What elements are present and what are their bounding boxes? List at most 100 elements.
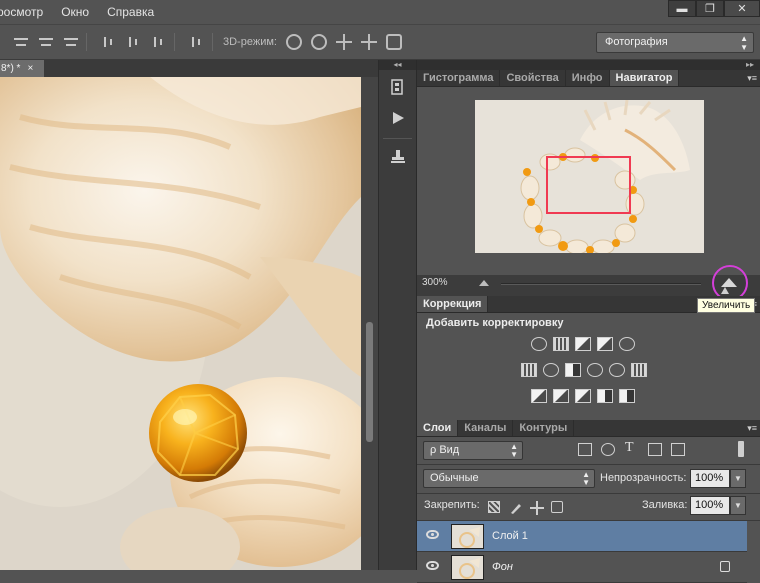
- workspace-value: Фотография: [605, 36, 668, 48]
- blend-mode-value: Обычные: [430, 472, 479, 484]
- align-vcenter-icon[interactable]: [37, 35, 55, 49]
- restore-button[interactable]: ❐: [696, 0, 724, 17]
- layer-row-layer1[interactable]: Слой 1: [417, 521, 747, 552]
- canvas-scrollbar[interactable]: [361, 77, 378, 570]
- menu-view[interactable]: росмотр: [0, 5, 52, 19]
- layer-row-background[interactable]: Фон: [417, 552, 747, 583]
- lock-image-icon[interactable]: [509, 501, 521, 514]
- workspace-select[interactable]: Фотография ▲ ▼: [596, 32, 754, 53]
- 3d-roll-icon[interactable]: [310, 34, 327, 50]
- tab-info[interactable]: Инфо: [566, 70, 610, 86]
- 3d-mode-label: 3D-режим:: [223, 36, 277, 48]
- separator: [383, 138, 412, 139]
- align-left-icon[interactable]: [100, 35, 118, 49]
- filter-pixel-icon[interactable]: [578, 443, 592, 456]
- color-lookup-icon[interactable]: [631, 363, 647, 377]
- scrollbar-thumb[interactable]: [366, 322, 373, 442]
- align-right-icon[interactable]: [150, 35, 168, 49]
- zoom-value[interactable]: 300%: [422, 277, 448, 288]
- adjustments-panel: Коррекция ▾≡ Добавить корректировку: [417, 296, 760, 420]
- zoom-out-icon[interactable]: [479, 280, 489, 286]
- hue-saturation-icon[interactable]: [521, 363, 537, 377]
- select-arrows-icon: ▲ ▼: [582, 470, 590, 487]
- 3d-rotate-icon[interactable]: [285, 34, 302, 50]
- menu-help[interactable]: Справка: [98, 5, 163, 19]
- navigator-tab-row: Гистограмма Свойства Инфо Навигатор ▾≡: [417, 70, 760, 87]
- tab-histogram[interactable]: Гистограмма: [417, 70, 501, 86]
- menu-window[interactable]: Окно: [52, 5, 98, 19]
- collapse-icon[interactable]: ◂◂: [379, 60, 416, 70]
- fill-input[interactable]: 100%: [690, 496, 730, 515]
- opacity-input[interactable]: 100%: [690, 469, 730, 488]
- visibility-eye-icon[interactable]: [426, 561, 439, 570]
- close-tab-icon[interactable]: ×: [27, 63, 33, 74]
- adjustments-row-1: [531, 337, 635, 351]
- history-icon[interactable]: [385, 76, 411, 100]
- adjustments-row-2: [521, 363, 647, 377]
- channel-mixer-icon[interactable]: [609, 363, 625, 377]
- close-button[interactable]: ✕: [724, 0, 760, 17]
- exposure-icon[interactable]: [597, 337, 613, 351]
- brightness-contrast-icon[interactable]: [531, 337, 547, 351]
- 3d-scale-icon[interactable]: [385, 34, 402, 50]
- fill-label: Заливка:: [642, 499, 688, 511]
- lock-label: Закрепить:: [424, 499, 480, 511]
- panel-menu-icon[interactable]: ▾≡: [747, 423, 757, 434]
- document-canvas[interactable]: [0, 77, 361, 570]
- posterize-icon[interactable]: [553, 389, 569, 403]
- layers-body: ρ Вид ▲ ▼ T Обычные ▲ ▼ Непрозрачность: 10…: [417, 437, 760, 583]
- navigator-view-box[interactable]: [546, 156, 631, 214]
- invert-icon[interactable]: [531, 389, 547, 403]
- minimize-button[interactable]: ▬: [668, 0, 696, 17]
- photo-filter-icon[interactable]: [587, 363, 603, 377]
- visibility-eye-icon[interactable]: [426, 530, 439, 539]
- vibrance-icon[interactable]: [619, 337, 635, 351]
- lock-transparent-icon[interactable]: [488, 501, 500, 513]
- document-tab-title: 8*) *: [1, 63, 21, 74]
- opacity-dropdown-icon[interactable]: ▼: [730, 469, 746, 488]
- blend-mode-select[interactable]: Обычные ▲ ▼: [423, 469, 595, 488]
- adjustments-heading: Добавить корректировку: [426, 317, 564, 329]
- zoom-slider[interactable]: [501, 283, 729, 294]
- document-tab[interactable]: 8*) * ×: [0, 60, 44, 77]
- black-white-icon[interactable]: [565, 363, 581, 377]
- tab-layers[interactable]: Слои: [417, 420, 459, 436]
- align-hcenter-icon[interactable]: [125, 35, 143, 49]
- layer-filter-select[interactable]: ρ Вид ▲ ▼: [423, 441, 523, 460]
- layer-name[interactable]: Слой 1: [492, 530, 528, 542]
- layer-thumbnail: [451, 555, 484, 580]
- fill-dropdown-icon[interactable]: ▼: [730, 496, 746, 515]
- filter-adjustment-icon[interactable]: [601, 443, 615, 456]
- tab-properties[interactable]: Свойства: [500, 70, 566, 86]
- layer-name[interactable]: Фон: [492, 561, 513, 573]
- navigator-thumbnail[interactable]: [475, 100, 704, 253]
- tab-paths[interactable]: Контуры: [513, 420, 575, 436]
- layer-thumbnail: [451, 524, 484, 549]
- tab-navigator[interactable]: Навигатор: [609, 70, 680, 86]
- collapse-icon[interactable]: ▸▸: [417, 60, 760, 70]
- curves-icon[interactable]: [575, 337, 591, 351]
- filter-type-icon[interactable]: T: [625, 440, 634, 456]
- tab-adjustments[interactable]: Коррекция: [417, 296, 489, 312]
- lock-all-icon[interactable]: [551, 501, 563, 513]
- filter-shape-icon[interactable]: [648, 443, 662, 456]
- separator: [174, 33, 175, 51]
- lock-position-icon[interactable]: [530, 501, 544, 515]
- filter-smart-object-icon[interactable]: [671, 443, 685, 456]
- align-bottom-icon[interactable]: [62, 35, 80, 49]
- panel-menu-icon[interactable]: ▾≡: [747, 73, 757, 84]
- 3d-pan-icon[interactable]: [335, 34, 352, 50]
- selective-color-icon[interactable]: [597, 389, 613, 403]
- navigator-zoom-bar: 300% Увеличить: [417, 265, 760, 313]
- threshold-icon[interactable]: [575, 389, 591, 403]
- align-top-icon[interactable]: [12, 35, 30, 49]
- clone-source-icon[interactable]: [385, 145, 411, 169]
- levels-icon[interactable]: [553, 337, 569, 351]
- distribute-icon[interactable]: [188, 35, 206, 49]
- tab-channels[interactable]: Каналы: [458, 420, 514, 436]
- 3d-slide-icon[interactable]: [360, 34, 377, 50]
- filter-toggle[interactable]: [738, 441, 744, 457]
- color-balance-icon[interactable]: [543, 363, 559, 377]
- actions-icon[interactable]: [385, 106, 411, 130]
- gradient-map-icon[interactable]: [619, 389, 635, 403]
